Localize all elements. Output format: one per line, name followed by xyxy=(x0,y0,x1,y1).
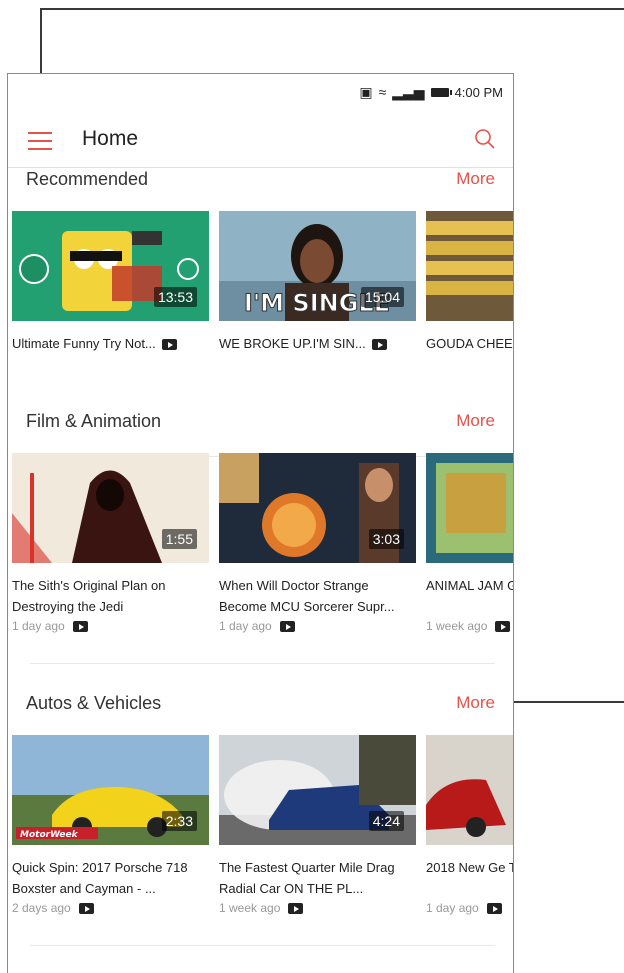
video-title: Quick Spin: 2017 Porsche 718 Boxster and… xyxy=(12,860,188,896)
more-link-film-animation[interactable]: More xyxy=(456,411,495,431)
video-title: Ultimate Funny Try Not... xyxy=(12,336,156,351)
video-card[interactable]: 1:55 The Sith's Original Plan on Destroy… xyxy=(12,453,209,635)
video-card[interactable]: GOUDA CHEE xyxy=(426,211,513,354)
youtube-icon xyxy=(486,903,502,915)
signal-icon: ▂▃▅ xyxy=(392,83,425,100)
video-duration: 15:04 xyxy=(360,287,404,307)
youtube-icon xyxy=(495,621,511,633)
video-thumbnail[interactable] xyxy=(426,735,513,845)
video-age: 1 day ago xyxy=(12,619,65,633)
video-card[interactable]: 2018 New Ge Toyota Camry 1 day ago xyxy=(426,735,513,917)
video-card[interactable]: I'M SINGLE 15:04 WE BROKE UP.I'M SIN... xyxy=(219,211,416,354)
video-title: GOUDA CHEE xyxy=(426,336,513,351)
video-age: 1 week ago xyxy=(426,619,488,633)
section-autos-vehicles: Autos & Vehicles More MotorWeek 2:33 Qui… xyxy=(8,693,513,973)
video-card[interactable]: MotorWeek 2:33 Quick Spin: 2017 Porsche … xyxy=(12,735,209,917)
more-link-autos-vehicles[interactable]: More xyxy=(456,693,495,713)
hamburger-menu-icon[interactable] xyxy=(28,132,52,150)
video-thumbnail[interactable] xyxy=(426,453,513,563)
callout-line-more xyxy=(500,701,624,703)
more-link-recommended[interactable]: More xyxy=(456,169,495,189)
video-duration: 13:53 xyxy=(153,287,197,307)
app-bar: Home xyxy=(8,110,513,168)
video-thumbnail[interactable]: 13:53 xyxy=(12,211,209,321)
youtube-icon xyxy=(371,339,387,351)
video-thumbnail[interactable]: I'M SINGLE 15:04 xyxy=(219,211,416,321)
video-thumbnail[interactable] xyxy=(426,211,513,321)
youtube-icon xyxy=(72,621,88,633)
section-divider xyxy=(30,945,495,946)
page-title: Home xyxy=(82,126,139,150)
video-card[interactable]: 13:53 Ultimate Funny Try Not... xyxy=(12,211,209,354)
youtube-icon xyxy=(78,903,94,915)
section-title: Film & Animation xyxy=(26,411,162,431)
video-title: 2018 New Ge Toyota Camry xyxy=(426,860,513,875)
video-duration: 1:55 xyxy=(161,529,197,549)
status-bar: ▣ ≈ ▂▃▅ 4:00 PM xyxy=(8,74,513,110)
video-thumbnail[interactable]: 3:03 xyxy=(219,453,416,563)
status-time: 4:00 PM xyxy=(454,84,503,100)
battery-icon xyxy=(430,87,452,97)
video-card[interactable]: 4:24 The Fastest Quarter Mile Drag Radia… xyxy=(219,735,416,917)
section-film-animation: Film & Animation More 1:55 The Sith's Or… xyxy=(8,411,513,701)
wifi-icon: ≈ xyxy=(378,84,387,100)
youtube-icon xyxy=(161,339,177,351)
thumbnail-overlay-text: MotorWeek xyxy=(20,830,79,840)
video-thumbnail[interactable]: 4:24 xyxy=(219,735,416,845)
video-duration: 4:24 xyxy=(368,811,404,831)
video-card[interactable]: ANIMAL JAM GIVAWAY AN 1 week ago xyxy=(426,453,513,635)
youtube-icon xyxy=(279,621,295,633)
video-title: The Sith's Original Plan on Destroying t… xyxy=(12,578,166,614)
video-thumbnail[interactable]: MotorWeek 2:33 xyxy=(12,735,209,845)
video-card[interactable]: 3:03 When Will Doctor Strange Become MCU… xyxy=(219,453,416,635)
video-title: The Fastest Quarter Mile Drag Radial Car… xyxy=(219,860,395,896)
video-age: 1 day ago xyxy=(219,619,272,633)
video-title: ANIMAL JAM GIVAWAY AN xyxy=(426,578,513,593)
phone-screen: ▣ ≈ ▂▃▅ 4:00 PM Home Recommended More 13… xyxy=(7,73,514,973)
video-title: WE BROKE UP.I'M SIN... xyxy=(219,336,366,351)
section-divider xyxy=(30,663,495,664)
section-title: Recommended xyxy=(26,169,149,189)
search-icon[interactable] xyxy=(473,127,497,151)
video-thumbnail[interactable]: 1:55 xyxy=(12,453,209,563)
nfc-icon: ▣ xyxy=(359,83,373,100)
video-title: When Will Doctor Strange Become MCU Sorc… xyxy=(219,578,395,614)
video-age: 1 week ago xyxy=(219,901,281,915)
video-age: 1 day ago xyxy=(426,901,479,915)
section-title: Autos & Vehicles xyxy=(26,693,162,713)
callout-line-top-horizontal xyxy=(40,8,624,10)
video-duration: 3:03 xyxy=(368,529,404,549)
video-duration: 2:33 xyxy=(161,811,197,831)
youtube-icon xyxy=(288,903,304,915)
video-age: 2 days ago xyxy=(12,901,71,915)
